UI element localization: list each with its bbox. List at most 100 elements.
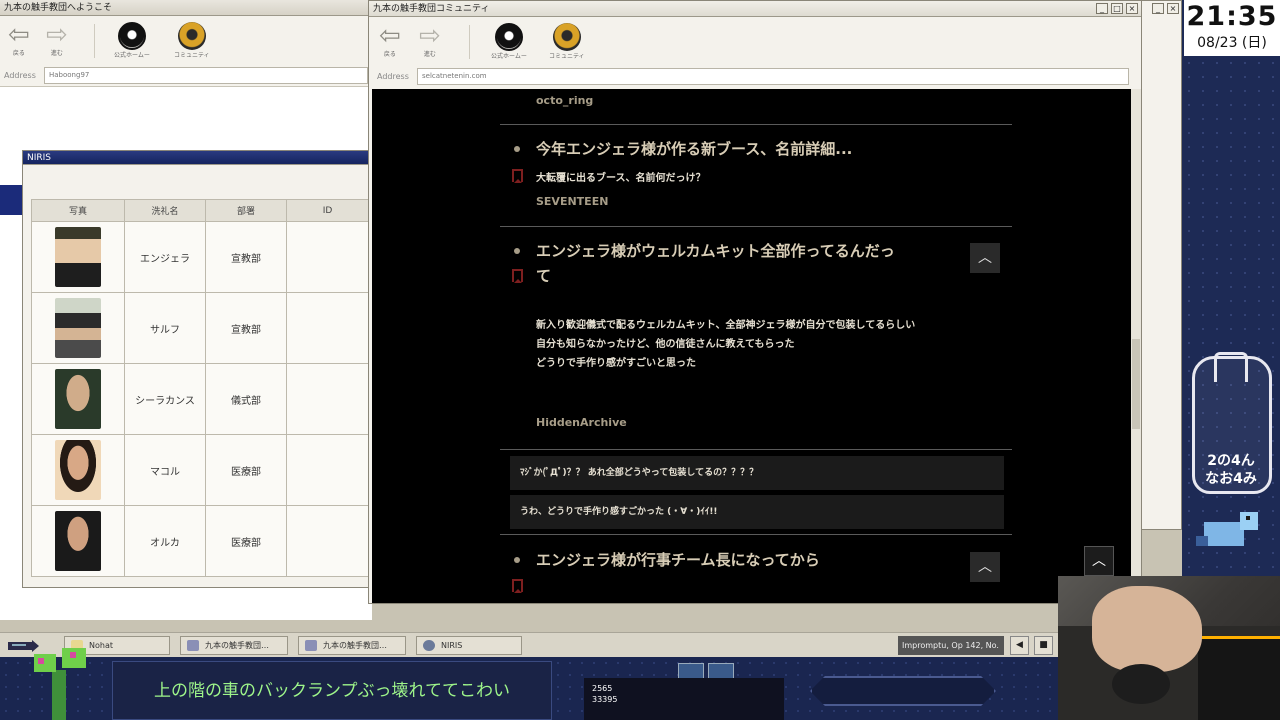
previous-track-button[interactable]: ◀ bbox=[1010, 636, 1029, 655]
webcam-hand bbox=[1092, 586, 1202, 672]
name-cell: シーラカンス bbox=[124, 363, 206, 435]
post-bullet bbox=[514, 248, 520, 254]
community-logo-icon bbox=[552, 23, 581, 51]
subtitle-text: 上の階の車のバックランプぶっ壊れててこわい bbox=[154, 681, 510, 701]
pixel-plant-icon bbox=[34, 648, 86, 720]
collapse-button[interactable]: ︿ bbox=[970, 243, 1000, 273]
collapse-button[interactable]: ︿ bbox=[970, 552, 1000, 582]
taskbar-item-label: 九本の触手教団… bbox=[205, 641, 269, 650]
maximize-icon[interactable]: □ bbox=[1111, 3, 1123, 14]
scrollbar-thumb[interactable] bbox=[1132, 339, 1140, 429]
post-body-line-2: 自分も知らなかったけど、他の信徒さんに教えてもらった bbox=[536, 339, 795, 350]
community-browser-window: 九本の触手教団コミュニティ _ □ × ⇦ 戻る ⇨ 進む 公式ホームー コミュ… bbox=[368, 0, 1142, 604]
comm-address-input[interactable]: selcatnetenin.com bbox=[417, 68, 1129, 85]
comment-item: ﾏｼﾞか(ﾟДﾟ)？？ あれ全部どうやって包装してるの？？？？ bbox=[510, 456, 1004, 490]
taskbar-item[interactable]: 九本の触手教団… bbox=[180, 636, 288, 655]
id-cell bbox=[286, 434, 369, 506]
post-title[interactable]: 今年エンジェラ様が作る新ブース、名前詳細... bbox=[536, 137, 852, 162]
minimize-icon[interactable]: _ bbox=[1096, 3, 1108, 14]
clock-widget: 21:35 08/23 (日) bbox=[1184, 0, 1280, 56]
niris-app-icon bbox=[423, 640, 435, 651]
community-label: コミュニティ bbox=[174, 52, 210, 59]
niris-window: NIRIS 写真 洗礼名 部署 ID エンジェラ 宣教部 サルフ 宣教部 シーラ… bbox=[22, 150, 372, 588]
community-button[interactable]: コミュニティ bbox=[549, 23, 585, 60]
community-button[interactable]: コミュニティ bbox=[174, 22, 210, 59]
left-address-input[interactable]: Haboong97 bbox=[44, 67, 368, 84]
music-now-playing: Impromptu, Op 142, No. bbox=[898, 636, 1004, 655]
close-icon[interactable]: × bbox=[1126, 3, 1138, 14]
game-hud bbox=[678, 663, 738, 679]
dept-cell: 宣教部 bbox=[205, 292, 287, 364]
back-arrow-icon: ⇦ bbox=[379, 21, 401, 51]
member-photo bbox=[55, 227, 101, 287]
left-window-title: 九本の触手教団へようこそ bbox=[0, 0, 372, 16]
official-home-button[interactable]: 公式ホームー bbox=[114, 22, 150, 59]
header-id: ID bbox=[286, 199, 369, 222]
post-divider bbox=[500, 124, 1012, 125]
bookmark-icon[interactable] bbox=[512, 579, 523, 593]
table-row[interactable]: サルフ 宣教部 bbox=[31, 292, 369, 364]
member-table: 写真 洗礼名 部署 ID エンジェラ 宣教部 サルフ 宣教部 シーラカンス 儀式… bbox=[31, 199, 369, 577]
address-label: Address bbox=[377, 72, 409, 81]
bookmark-icon[interactable] bbox=[512, 169, 523, 183]
post-title[interactable]: エンジェラ様がウェルカムキット全部作ってるんだっ て bbox=[536, 239, 895, 289]
post-title-line-2: て bbox=[536, 267, 552, 285]
official-home-button[interactable]: 公式ホームー bbox=[491, 23, 527, 60]
back-button[interactable]: ⇦ 戻る bbox=[8, 22, 30, 57]
name-cell: エンジェラ bbox=[124, 221, 206, 293]
post-body-line-1: 新入り歓迎儀式で配るウェルカムキット、全部神ジェラ様が自分で包装してるらしい bbox=[536, 320, 916, 331]
name-cell: サルフ bbox=[124, 292, 206, 364]
octopus-logo-icon bbox=[117, 22, 146, 50]
post-author[interactable]: octo_ring bbox=[536, 94, 593, 107]
name-cell: オルカ bbox=[124, 505, 206, 577]
scroll-to-top-button[interactable]: ︿ bbox=[1084, 546, 1114, 576]
page-banner-strip bbox=[0, 185, 22, 215]
hud-slot-icon bbox=[678, 663, 704, 679]
left-toolbar: ⇦ 戻る ⇨ 進む 公式ホームー コミュニティ bbox=[0, 16, 372, 66]
table-row[interactable]: マコル 医療部 bbox=[31, 434, 369, 506]
id-cell bbox=[286, 505, 369, 577]
taskbar-item-label: 九本の触手教団… bbox=[323, 641, 387, 650]
minimize-icon[interactable]: _ bbox=[1152, 3, 1164, 14]
post-title[interactable]: エンジェラ様が行事チーム長になってから bbox=[536, 548, 820, 573]
back-arrow-icon: ⇦ bbox=[8, 20, 30, 50]
post-author[interactable]: SEVENTEEN bbox=[536, 195, 608, 208]
photo-cell bbox=[31, 221, 125, 293]
forward-button[interactable]: ⇨ 進む bbox=[46, 22, 68, 57]
post-bullet bbox=[514, 557, 520, 563]
stop-button[interactable]: ■ bbox=[1034, 636, 1053, 655]
close-icon[interactable]: × bbox=[1167, 3, 1179, 14]
post-divider bbox=[500, 449, 1012, 450]
table-row[interactable]: エンジェラ 宣教部 bbox=[31, 221, 369, 293]
back-button[interactable]: ⇦ 戻る bbox=[379, 23, 401, 58]
left-browser-chrome: 九本の触手教団へようこそ ⇦ 戻る ⇨ 進む 公式ホームー コミュニティ Add… bbox=[0, 0, 372, 87]
forward-button[interactable]: ⇨ 進む bbox=[419, 23, 441, 58]
id-cell bbox=[286, 363, 369, 435]
id-cell bbox=[286, 292, 369, 364]
table-row[interactable]: オルカ 医療部 bbox=[31, 505, 369, 577]
post-author[interactable]: HiddenArchive bbox=[536, 416, 627, 429]
table-row[interactable]: シーラカンス 儀式部 bbox=[31, 363, 369, 435]
home-label: 公式ホームー bbox=[114, 52, 150, 59]
logo-line-2: なお4み bbox=[1205, 471, 1257, 487]
post-body: 新入り歓迎儀式で配るウェルカムキット、全部神ジェラ様が自分で包装してるらしい 自… bbox=[536, 316, 915, 373]
post-body-line-3: どうりで手作り感がすごいと思った bbox=[536, 358, 696, 369]
dept-cell: 医療部 bbox=[205, 434, 287, 506]
header-photo: 写真 bbox=[31, 199, 125, 222]
hud-slot-icon bbox=[708, 663, 734, 679]
comm-toolbar: ⇦ 戻る ⇨ 進む 公式ホームー コミュニティ bbox=[369, 17, 1141, 67]
game-capture: 2565 33395 bbox=[584, 678, 784, 720]
community-logo-icon bbox=[177, 22, 206, 50]
comm-window-title: 九本の触手教団コミュニティ bbox=[369, 1, 1141, 17]
pixel-pet-icon bbox=[1196, 512, 1258, 546]
bookmark-icon[interactable] bbox=[512, 269, 523, 283]
post-bullet bbox=[514, 146, 520, 152]
game-stats: 2565 33395 bbox=[592, 683, 617, 705]
vertical-scrollbar[interactable] bbox=[1131, 89, 1141, 603]
dept-cell: 医療部 bbox=[205, 505, 287, 577]
member-photo bbox=[55, 369, 101, 429]
taskbar-item[interactable]: NIRIS bbox=[416, 636, 522, 655]
toolbar-separator bbox=[469, 25, 470, 59]
browser-icon bbox=[305, 640, 317, 651]
taskbar-item[interactable]: 九本の触手教団… bbox=[298, 636, 406, 655]
